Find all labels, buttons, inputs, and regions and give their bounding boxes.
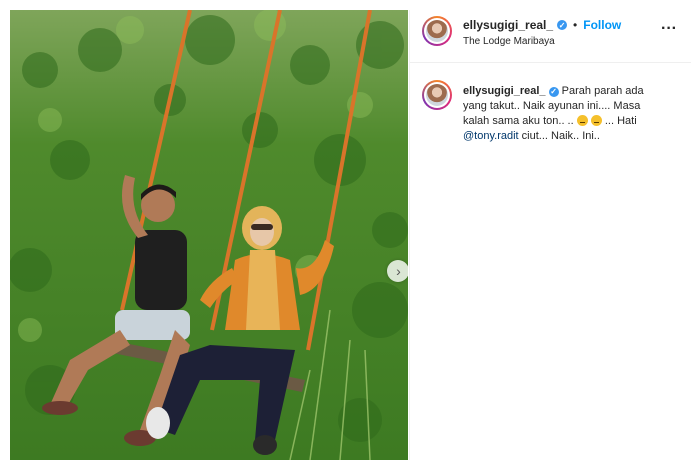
avatar[interactable]: [422, 16, 452, 46]
unamused-face-icon: [590, 115, 602, 126]
caption-username[interactable]: ellysugigi_real_: [463, 85, 546, 97]
header-user-row: ellysugigi_real_ ✓ • Follow: [463, 18, 621, 32]
separator-dot: •: [573, 18, 578, 32]
caption-text-part3: ciut... Naik.. Ini..: [521, 130, 600, 142]
more-options-icon[interactable]: ···: [661, 20, 677, 38]
verified-badge-icon: ✓: [548, 86, 559, 97]
instagram-post: › ellysugigi_real_ ✓ • Follow The Lodge …: [0, 0, 700, 470]
verified-badge-icon: ✓: [557, 20, 568, 30]
swing-photo-image: [10, 10, 408, 460]
unamused-face-icon: [576, 115, 588, 126]
location-link[interactable]: The Lodge Maribaya: [463, 36, 555, 47]
caption-avatar[interactable]: [422, 80, 452, 110]
username-link[interactable]: ellysugigi_real_: [463, 18, 553, 32]
follow-button[interactable]: Follow: [583, 18, 621, 32]
caption-text-part2: ... Hati: [604, 115, 637, 127]
mention-link[interactable]: @tony.radit: [463, 130, 519, 142]
chevron-right-icon: ›: [396, 263, 401, 279]
post-header: ellysugigi_real_ ✓ • Follow The Lodge Ma…: [410, 10, 691, 63]
next-photo-button[interactable]: ›: [387, 260, 408, 282]
post-photo[interactable]: ›: [10, 10, 408, 460]
caption-text: ellysugigi_real_ ✓ Parah parah ada yang …: [463, 84, 663, 144]
post-sidebar: ellysugigi_real_ ✓ • Follow The Lodge Ma…: [409, 10, 691, 460]
